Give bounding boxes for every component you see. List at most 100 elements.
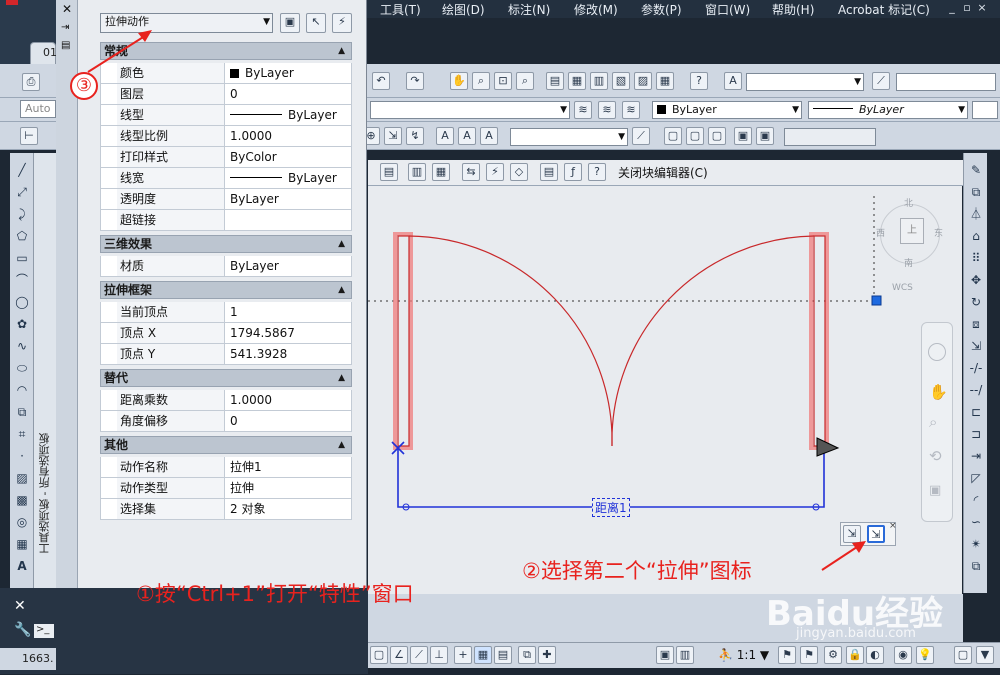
properties-icon[interactable]: ▤ [546, 72, 564, 90]
steering-wheel-icon[interactable] [928, 343, 946, 361]
right-jamb[interactable] [813, 235, 826, 447]
menu-tools[interactable]: 工具(T) [380, 1, 421, 18]
status-menu-icon[interactable]: ▼ [976, 646, 994, 664]
lineweight-combo[interactable] [972, 101, 998, 119]
text-style-combo[interactable]: ▼ [746, 73, 864, 91]
menu-acrobat[interactable]: Acrobat 标记(C) [838, 1, 930, 18]
section-stretch-frame[interactable]: 拉伸框架 ▲ [100, 281, 352, 299]
action-lightning-icon[interactable]: ⚡ [486, 163, 504, 181]
mtext-icon[interactable]: A [13, 557, 31, 575]
prop-row[interactable]: 顶点 Y 541.3928 [100, 344, 352, 365]
left-jamb[interactable] [397, 235, 410, 447]
pan-icon[interactable]: ✋ [450, 72, 468, 90]
undo-icon[interactable]: ↶ [372, 72, 390, 90]
copy-icon[interactable]: ⧉ [967, 183, 985, 201]
drawing-canvas[interactable]: 距离1 上 北 南 东 西 WCS ✋ ⌕ ⟲ ▣ ⇲ ⇲ × [368, 186, 962, 594]
markup-icon[interactable]: ▨ [634, 72, 652, 90]
layer-combo[interactable]: ▼ [370, 101, 570, 119]
prop-row[interactable]: 超链接 [100, 210, 352, 231]
viewport-combo[interactable] [784, 128, 876, 146]
view-4-icon[interactable]: ▣ [734, 127, 752, 145]
object-type-selector[interactable]: 拉伸动作 ▼ [100, 13, 273, 33]
insert-block-icon[interactable]: ⧉ [13, 403, 31, 421]
view-3-icon[interactable]: ▢ [708, 127, 726, 145]
model-icon[interactable]: ▣ [656, 646, 674, 664]
design-center-icon[interactable]: ▦ [568, 72, 586, 90]
viewcube-north[interactable]: 北 [904, 196, 913, 209]
scale-icon[interactable]: ⧈ [967, 315, 985, 333]
quick-select-icon[interactable]: ⚡ [332, 13, 352, 33]
toolbar-close-icon[interactable]: × [889, 521, 897, 531]
prop-row[interactable]: 动作名称 拉伸1 [100, 457, 352, 478]
gradient-icon[interactable]: ▩ [13, 491, 31, 509]
toggle-pickadd-icon[interactable]: ▣ [280, 13, 300, 33]
command-close-icon[interactable]: ✕ [14, 598, 30, 614]
view-2-icon[interactable]: ▢ [686, 127, 704, 145]
viewcube-east[interactable]: 东 [934, 226, 943, 239]
prop-row[interactable]: 当前顶点 1 [100, 302, 352, 323]
array-icon[interactable]: ⠿ [967, 249, 985, 267]
prop-row[interactable]: 图层 0 [100, 84, 352, 105]
dim-edit-icon[interactable]: A [436, 127, 454, 145]
layer-tools-icon[interactable]: ⧉ [967, 557, 985, 575]
parameter-manager-icon[interactable]: ▤ [540, 163, 558, 181]
dynamic-ucs-icon[interactable]: ▢ [370, 646, 388, 664]
rotate-icon[interactable]: ↻ [967, 293, 985, 311]
help-icon[interactable]: ? [690, 72, 708, 90]
calculator-icon[interactable]: ▦ [656, 72, 674, 90]
tab-drawing[interactable]: 01 [30, 42, 57, 64]
grid-icon[interactable]: ▦ [474, 646, 492, 664]
collapse-icon[interactable]: ▲ [338, 236, 345, 252]
prop-row[interactable]: 线宽 ByLayer [100, 168, 352, 189]
section-general[interactable]: 常规 ▲ [100, 42, 352, 60]
collapse-icon[interactable]: ▲ [338, 437, 345, 453]
clean-screen-icon[interactable]: ▢ [954, 646, 972, 664]
prop-row[interactable]: 线型 ByLayer [100, 105, 352, 126]
bulb-icon[interactable]: 💡 [916, 646, 934, 664]
text-style-icon[interactable]: A [724, 72, 742, 90]
palette-menu-icon[interactable]: ▤ [61, 40, 70, 51]
view-5-icon[interactable]: ▣ [756, 127, 774, 145]
workspace-icon[interactable]: ⚙ [824, 646, 842, 664]
palette-close-icon[interactable]: ✕ [62, 2, 72, 16]
dim-style-icon[interactable]: ⟋ [872, 72, 890, 90]
point-icon[interactable]: · [13, 447, 31, 465]
dim-style-manager-icon[interactable]: ⟋ [632, 127, 650, 145]
construction-line-icon[interactable]: ⤢ [13, 183, 31, 201]
table-icon[interactable]: ▦ [13, 535, 31, 553]
qp-icon[interactable]: ⧉ [518, 646, 536, 664]
trim-icon[interactable]: -/- [967, 359, 985, 377]
layout-icon[interactable]: ▥ [676, 646, 694, 664]
pdf-icon[interactable]: ⎙ [22, 73, 40, 91]
palette-autohide-icon[interactable]: ⇥ [61, 22, 69, 33]
command-customize-icon[interactable]: 🔧 [14, 622, 31, 638]
circle-icon[interactable]: ◯ [13, 293, 31, 311]
fx-icon[interactable]: ƒ [564, 163, 582, 181]
nav-orbit-icon[interactable]: ⟲ [929, 447, 942, 465]
stretch-action-2-icon[interactable]: ⇲ [867, 525, 885, 543]
ortho-icon[interactable]: ∠ [390, 646, 408, 664]
move-icon[interactable]: ✥ [967, 271, 985, 289]
tool-palettes-icon[interactable]: ▥ [590, 72, 608, 90]
viewcube-west[interactable]: 西 [876, 226, 885, 239]
redo-icon[interactable]: ↷ [406, 72, 424, 90]
auto-scale-icon[interactable]: ⚑ [800, 646, 818, 664]
sc-icon[interactable]: ✚ [538, 646, 556, 664]
plus-icon[interactable]: + [454, 646, 472, 664]
block-authoring-icon[interactable]: ▥ [408, 163, 426, 181]
dim-text-edit-icon[interactable]: A [458, 127, 476, 145]
prop-row[interactable]: 颜色 ByLayer [100, 63, 352, 84]
tag-icon[interactable]: ◇ [510, 163, 528, 181]
dim-style-combo[interactable] [896, 73, 996, 91]
close-icon[interactable]: × [976, 2, 988, 14]
polyline-icon[interactable]: ⤸ [13, 205, 31, 223]
menu-window[interactable]: 窗口(W) [705, 1, 750, 18]
offset-icon[interactable]: ⌂ [967, 227, 985, 245]
collapse-icon[interactable]: ▲ [338, 43, 345, 59]
section-3d-effects[interactable]: 三维效果 ▲ [100, 235, 352, 253]
arc-icon[interactable]: ⌒ [13, 271, 31, 289]
zoom-window-icon[interactable]: ⊡ [494, 72, 512, 90]
collapse-icon[interactable]: ▲ [338, 370, 345, 386]
section-misc[interactable]: 其他 ▲ [100, 436, 352, 454]
linetype-combo[interactable]: ByLayer ▼ [808, 101, 968, 119]
